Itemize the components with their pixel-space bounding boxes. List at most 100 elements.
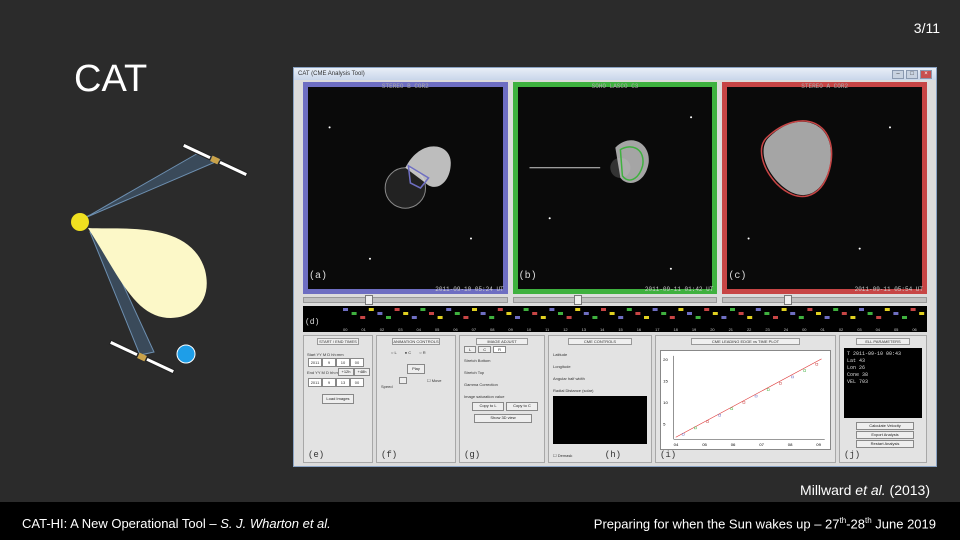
timeline-marker[interactable] <box>841 312 847 315</box>
timeline-marker[interactable] <box>755 308 761 311</box>
timeline-marker[interactable] <box>738 312 744 315</box>
timeline-marker[interactable] <box>644 316 649 319</box>
move-checkbox[interactable]: ☐ Move <box>427 378 441 383</box>
timeline-marker[interactable] <box>747 316 753 319</box>
timeline-marker[interactable] <box>798 316 804 319</box>
timeline-marker[interactable] <box>824 316 830 319</box>
timeline-marker[interactable] <box>781 308 787 311</box>
timeline-marker[interactable] <box>429 312 434 315</box>
timeline-marker[interactable] <box>446 308 452 311</box>
demask-checkbox[interactable]: ☐ Demask <box>553 453 572 458</box>
maximize-button[interactable]: □ <box>906 69 918 79</box>
coronagraph-image-a[interactable] <box>308 87 503 289</box>
timeline-marker[interactable] <box>532 312 538 315</box>
copy-to-l-button[interactable]: Copy to L <box>472 402 504 411</box>
timeline-marker[interactable] <box>652 308 658 311</box>
timeline-marker[interactable] <box>635 312 641 315</box>
timeline-marker[interactable] <box>506 312 512 315</box>
timeline-marker[interactable] <box>377 312 383 315</box>
end-year-field[interactable]: 2011 <box>308 378 322 387</box>
timeline-marker[interactable] <box>712 312 718 315</box>
speed-slider[interactable] <box>399 377 407 384</box>
timeline-marker[interactable] <box>807 308 813 311</box>
timeline-marker[interactable] <box>403 312 409 315</box>
timeline-marker[interactable] <box>687 312 692 315</box>
calculate-velocity-button[interactable]: Calculate Velocity <box>856 422 914 430</box>
image-timeline[interactable]: (d) 00 01 02 03 04 05 06 07 08 09 10 11 12 13 14 15 16 17… <box>303 306 927 332</box>
plus-48h-button[interactable]: +48h <box>354 368 370 376</box>
timeline-marker[interactable] <box>730 308 735 311</box>
copy-to-c-button[interactable]: Copy to C <box>506 402 538 411</box>
slider-b-thumb[interactable] <box>574 295 583 305</box>
slider-a[interactable] <box>303 295 508 305</box>
radio-c[interactable]: ● C <box>405 350 411 355</box>
slider-b[interactable] <box>512 295 718 305</box>
timeline-marker[interactable] <box>386 316 391 319</box>
timeline-marker[interactable] <box>626 308 632 311</box>
timeline-marker[interactable] <box>867 312 873 315</box>
timeline-marker[interactable] <box>583 312 589 315</box>
timeline-marker[interactable] <box>695 316 701 319</box>
timeline-marker[interactable] <box>859 308 864 311</box>
timeline-marker[interactable] <box>876 316 882 319</box>
slider-c[interactable] <box>722 295 928 305</box>
timeline-marker[interactable] <box>833 308 839 311</box>
load-images-button[interactable]: Load Images <box>322 394 354 404</box>
timeline-marker[interactable] <box>523 308 529 311</box>
timeline-marker[interactable] <box>678 308 684 311</box>
timeline-marker[interactable] <box>764 312 770 315</box>
coronagraph-image-b[interactable] <box>517 87 713 289</box>
timeline-marker[interactable] <box>721 316 727 319</box>
timeline-marker[interactable] <box>661 312 667 315</box>
play-button[interactable]: Play <box>407 364 425 374</box>
plus-12h-button[interactable]: +12h <box>338 368 354 376</box>
timeline-marker[interactable] <box>540 316 546 319</box>
timeline-marker[interactable] <box>549 308 555 311</box>
slider-c-thumb[interactable] <box>784 295 793 305</box>
show-3d-view-button[interactable]: Show 3D view <box>474 414 532 423</box>
timeline-marker[interactable] <box>360 316 366 319</box>
tab-r[interactable]: R <box>493 346 507 353</box>
timeline-marker[interactable] <box>411 316 417 319</box>
slider-a-thumb[interactable] <box>364 295 373 305</box>
export-analysis-button[interactable]: Export Analysis <box>856 431 914 439</box>
timeline-marker[interactable] <box>480 312 486 315</box>
timeline-marker[interactable] <box>575 308 581 311</box>
timeline-marker[interactable] <box>601 308 606 311</box>
tab-c[interactable]: C <box>478 346 492 353</box>
start-year-field[interactable]: 2011 <box>308 358 322 367</box>
radio-l[interactable]: ○ L <box>391 350 397 355</box>
timeline-marker[interactable] <box>704 308 710 311</box>
start-time-field[interactable]: 00 <box>350 358 364 367</box>
timeline-marker[interactable] <box>437 316 443 319</box>
minimize-button[interactable]: – <box>892 69 904 79</box>
timeline-marker[interactable] <box>454 312 460 315</box>
timeline-marker[interactable] <box>910 308 916 311</box>
start-month-field[interactable]: 9 <box>322 358 336 367</box>
timeline-marker[interactable] <box>592 316 598 319</box>
timeline-marker[interactable] <box>394 308 400 311</box>
timeline-marker[interactable] <box>893 312 899 315</box>
timeline-marker[interactable] <box>343 308 348 311</box>
timeline-marker[interactable] <box>902 316 907 319</box>
timeline-marker[interactable] <box>773 316 778 319</box>
coronagraph-image-c[interactable] <box>727 87 923 289</box>
tab-l[interactable]: L <box>464 346 477 353</box>
timeline-marker[interactable] <box>515 316 520 319</box>
timeline-marker[interactable] <box>850 316 856 319</box>
timeline-marker[interactable] <box>463 316 469 319</box>
timeline-marker[interactable] <box>566 316 572 319</box>
end-day-field[interactable]: 13 <box>336 378 350 387</box>
timeline-marker[interactable] <box>669 316 675 319</box>
start-day-field[interactable]: 10 <box>336 358 350 367</box>
timeline-marker[interactable] <box>816 312 821 315</box>
end-time-field[interactable]: 00 <box>350 378 364 387</box>
timeline-marker[interactable] <box>558 312 563 315</box>
timeline-marker[interactable] <box>609 312 615 315</box>
timeline-marker[interactable] <box>618 316 624 319</box>
radio-r[interactable]: ○ R <box>419 350 425 355</box>
close-button[interactable]: × <box>920 69 932 79</box>
timeline-marker[interactable] <box>919 312 925 315</box>
timeline-marker[interactable] <box>351 312 357 315</box>
timeline-marker[interactable] <box>489 316 495 319</box>
